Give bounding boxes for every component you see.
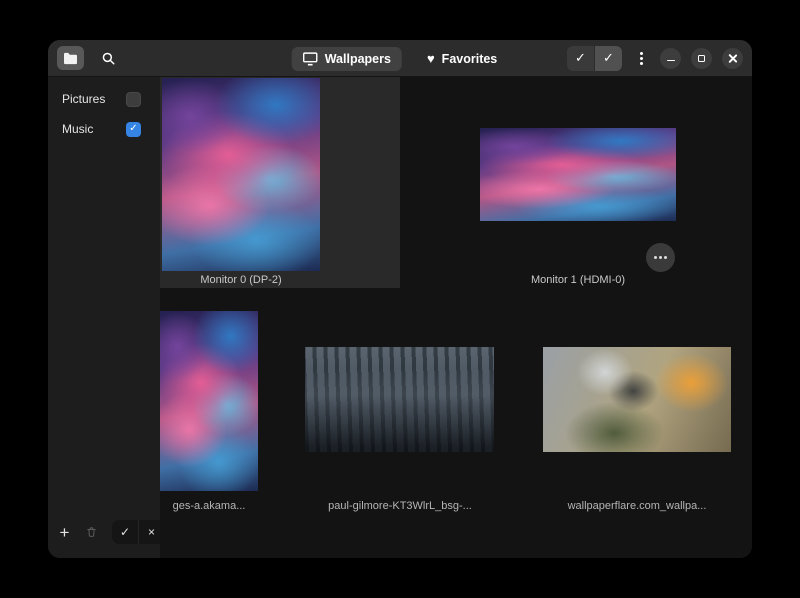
check-icon: ✓	[120, 525, 130, 539]
wallpaper-thumbnail-1[interactable]	[160, 311, 258, 491]
monitor-0-label: Monitor 0 (DP-2)	[162, 274, 320, 286]
close-icon	[727, 53, 738, 64]
monitor-0-wallpaper-preview[interactable]	[162, 78, 320, 271]
sidebar-toolbar: + ✓ ×	[53, 520, 164, 544]
source-label-music: Music	[62, 122, 93, 136]
wallpaper-filename-3: wallpaperflare.com_wallpa...	[520, 500, 752, 512]
add-folder-button[interactable]: +	[53, 521, 76, 544]
source-label-pictures: Pictures	[62, 92, 105, 106]
monitor-1-label: Monitor 1 (HDMI-0)	[480, 274, 676, 286]
check-slash-icon: ✓	[575, 50, 586, 66]
headerbar-left	[57, 46, 120, 70]
check-icon: ✓	[603, 50, 614, 66]
headerbar-right: ✓ ✓	[567, 46, 743, 71]
tab-favorites-label: Favorites	[442, 52, 498, 66]
headerbar: Wallpapers ♥ Favorites ✓ ✓	[48, 40, 752, 77]
close-small-icon: ×	[148, 525, 155, 539]
source-row-music[interactable]: Music	[48, 114, 160, 144]
maximize-button[interactable]	[691, 48, 712, 69]
horizontal-ellipsis-icon	[659, 256, 662, 259]
window-body: Pictures Music +	[48, 77, 752, 558]
plus-icon: +	[60, 524, 70, 541]
wallpaper-content: Monitor 0 (DP-2) Monitor 1 (HDMI-0) ges-…	[160, 77, 752, 558]
search-icon	[101, 51, 116, 66]
tab-favorites[interactable]: ♥ Favorites	[416, 47, 508, 71]
display-icon	[303, 52, 318, 66]
apply-button-group: ✓ ✓	[567, 46, 622, 71]
view-switcher: Wallpapers ♥ Favorites	[292, 40, 509, 77]
music-checkbox[interactable]	[126, 122, 141, 137]
tab-wallpapers[interactable]: Wallpapers	[292, 47, 402, 71]
trash-icon	[86, 525, 97, 539]
confirm-selection-button[interactable]: ✓	[112, 520, 138, 544]
remove-folder-button[interactable]	[80, 521, 103, 544]
sources-sidebar: Pictures Music +	[48, 77, 160, 558]
apply-spanned-button[interactable]: ✓	[567, 46, 594, 71]
menu-button[interactable]	[632, 46, 650, 70]
monitor-1-more-button[interactable]	[646, 243, 675, 272]
confirm-cancel-group: ✓ ×	[112, 520, 164, 544]
maximize-icon	[698, 55, 705, 62]
desktop-background: Wallpapers ♥ Favorites ✓ ✓	[0, 0, 800, 598]
folder-manager-button[interactable]	[57, 46, 84, 70]
monitor-1-wallpaper-preview[interactable]	[480, 128, 676, 221]
heart-icon: ♥	[427, 52, 435, 65]
wallpaper-thumbnail-3[interactable]	[543, 347, 731, 452]
folder-icon	[63, 52, 78, 65]
tab-wallpapers-label: Wallpapers	[325, 52, 391, 66]
search-button[interactable]	[96, 46, 120, 70]
source-row-pictures[interactable]: Pictures	[48, 84, 160, 114]
minimize-button[interactable]	[660, 48, 681, 69]
pictures-checkbox[interactable]	[126, 92, 141, 107]
wallpaper-filename-1: ges-a.akama...	[160, 500, 258, 512]
minimize-icon	[667, 60, 675, 62]
vertical-ellipsis-icon	[640, 57, 643, 60]
apply-button[interactable]: ✓	[595, 46, 622, 71]
wallpaper-filename-2: paul-gilmore-KT3WlrL_bsg-...	[280, 500, 520, 512]
monitor-0-cell[interactable]: Monitor 0 (DP-2)	[160, 77, 400, 288]
wallpaper-thumbnail-2[interactable]	[305, 347, 494, 452]
wallpaper-app-window: Wallpapers ♥ Favorites ✓ ✓	[48, 40, 752, 558]
close-button[interactable]	[722, 48, 743, 69]
